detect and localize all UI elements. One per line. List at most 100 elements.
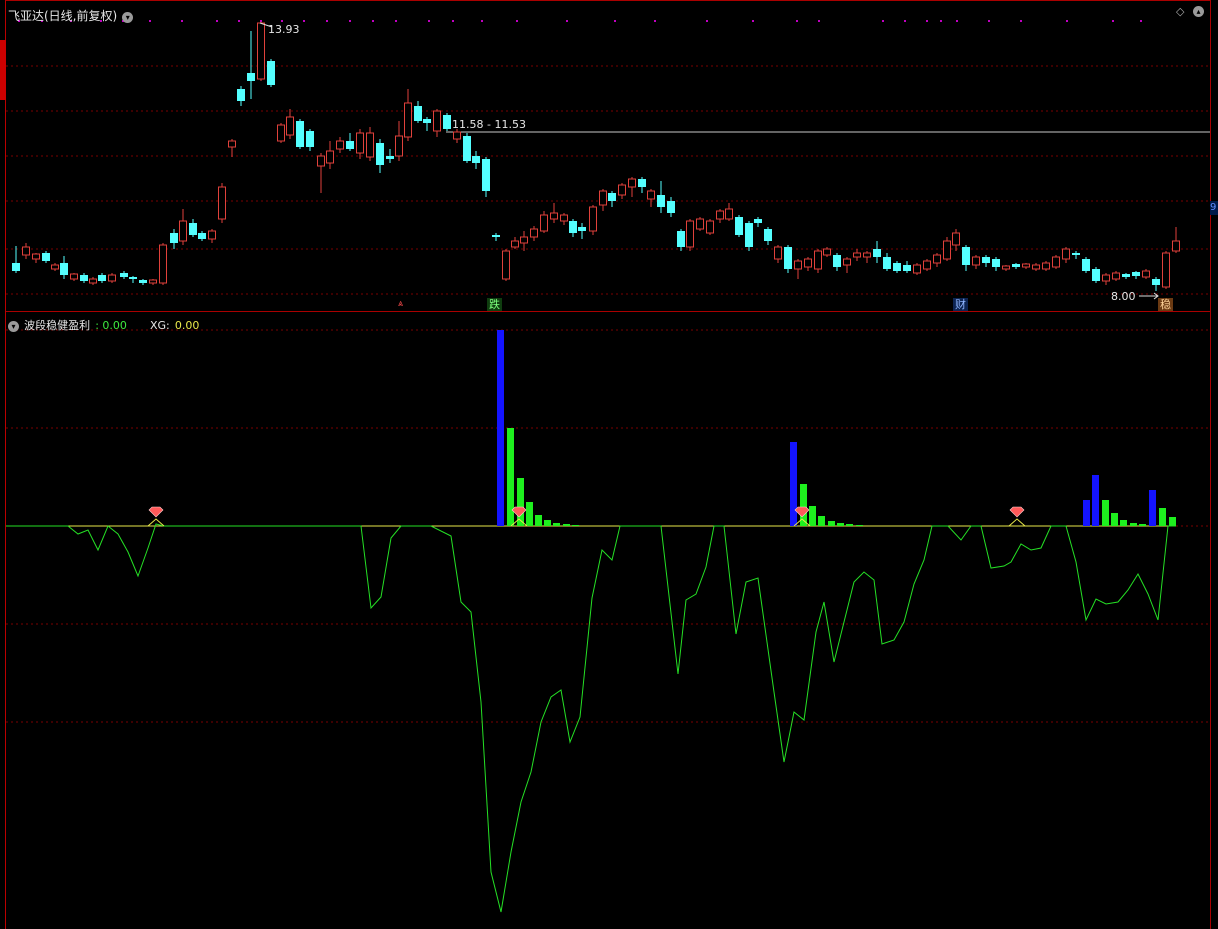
candle (647, 189, 655, 207)
candle (873, 241, 881, 263)
marker-wen[interactable]: 稳 (1158, 298, 1173, 311)
candle-body (883, 257, 891, 269)
indicator-bar (856, 525, 863, 526)
candle-body (569, 221, 577, 233)
signal-dot (516, 20, 518, 22)
candle (794, 259, 802, 279)
signal-dot (614, 20, 616, 22)
candle-body (1092, 269, 1100, 281)
candle-body (346, 141, 354, 149)
candle-body (257, 22, 265, 80)
marker-die[interactable]: 跌 (487, 298, 502, 311)
candle (853, 249, 861, 261)
candle-body (774, 246, 782, 260)
candle (70, 273, 78, 281)
chevron-down-icon[interactable]: ▾ (8, 321, 19, 332)
candle (453, 129, 461, 143)
indicator-bar (1111, 513, 1118, 526)
candle (89, 277, 97, 285)
candle-body (502, 250, 510, 280)
candle-body (22, 246, 30, 256)
candle (1032, 263, 1040, 271)
expand-icon[interactable]: ▴ (1193, 6, 1204, 17)
candle (208, 229, 216, 243)
candle-body (326, 150, 334, 164)
candle (296, 119, 304, 149)
candle-body (923, 260, 931, 270)
candle (520, 231, 528, 251)
candle (423, 117, 431, 131)
candle (159, 243, 167, 285)
candle-body (745, 223, 753, 247)
indicator-bar (790, 442, 797, 526)
candle-body (336, 140, 344, 150)
signal-dots (18, 20, 1142, 22)
candle (754, 217, 762, 227)
candle-body (120, 273, 128, 277)
candle (179, 209, 187, 245)
marker-cai[interactable]: 财 (953, 298, 968, 311)
candle (843, 257, 851, 273)
indicator-panel[interactable]: ▾ 波段稳健盈利 : 0.00 XG: 0.00 (6, 312, 1210, 929)
candle (492, 233, 500, 241)
candle (51, 263, 59, 271)
signal-dot (238, 20, 240, 22)
up-arrow-marker[interactable]: ⩓ (396, 298, 405, 311)
candle-body (198, 233, 206, 239)
candle (1172, 227, 1180, 253)
candle-body (317, 155, 325, 167)
candle-body (560, 214, 568, 222)
gem-markers (147, 506, 1026, 527)
candle-body (1152, 279, 1160, 285)
signal-dot (818, 20, 820, 22)
title-bar: 飞亚达(日线,前复权) ▾ (8, 5, 134, 24)
indicator-name[interactable]: 波段稳健盈利 (24, 319, 90, 332)
indicator-bar (563, 524, 570, 526)
signal-dot (940, 20, 942, 22)
candle-body (492, 235, 500, 237)
candle (1062, 247, 1070, 263)
chevron-down-icon[interactable]: ▾ (122, 12, 134, 23)
candle (42, 251, 50, 263)
candle-body (70, 273, 78, 280)
candle (1162, 251, 1170, 289)
candle (628, 177, 636, 197)
candle (1012, 263, 1020, 269)
candle (32, 253, 40, 263)
price-panel[interactable]: 13.93 11.58 - 11.53 8.00 飞亚达(日线,前复权) ▾ ◇… (6, 0, 1210, 312)
candle (511, 237, 519, 249)
candle (560, 213, 568, 225)
candle (237, 86, 245, 106)
candle-body (1052, 256, 1060, 268)
stock-title[interactable]: 飞亚达(日线,前复权) (8, 9, 117, 23)
candle-body (149, 279, 157, 284)
candle (608, 191, 616, 207)
candle (346, 133, 354, 151)
candle-body (696, 218, 704, 230)
candle-body (1162, 252, 1170, 288)
diamond-icon[interactable]: ◇ (1176, 5, 1184, 18)
candle-body (472, 156, 480, 163)
signal-dot (216, 20, 218, 22)
candle (267, 59, 275, 87)
candle (550, 203, 558, 223)
candle (12, 246, 20, 273)
signal-dot (706, 20, 708, 22)
indicator-bar (809, 506, 816, 526)
candle (60, 256, 68, 279)
signal-dot (926, 20, 928, 22)
candle (1142, 269, 1150, 279)
candle (784, 245, 792, 273)
candle-body (794, 260, 802, 270)
candle-body (12, 263, 20, 271)
signal-dot (956, 20, 958, 22)
candle-body (1102, 274, 1110, 282)
candle (482, 157, 490, 197)
candle-body (667, 201, 675, 213)
candle (823, 247, 831, 257)
candle (395, 121, 403, 161)
signal-dot (481, 20, 483, 22)
candle (129, 276, 137, 283)
candle-body (170, 233, 178, 243)
signal-dot (796, 20, 798, 22)
